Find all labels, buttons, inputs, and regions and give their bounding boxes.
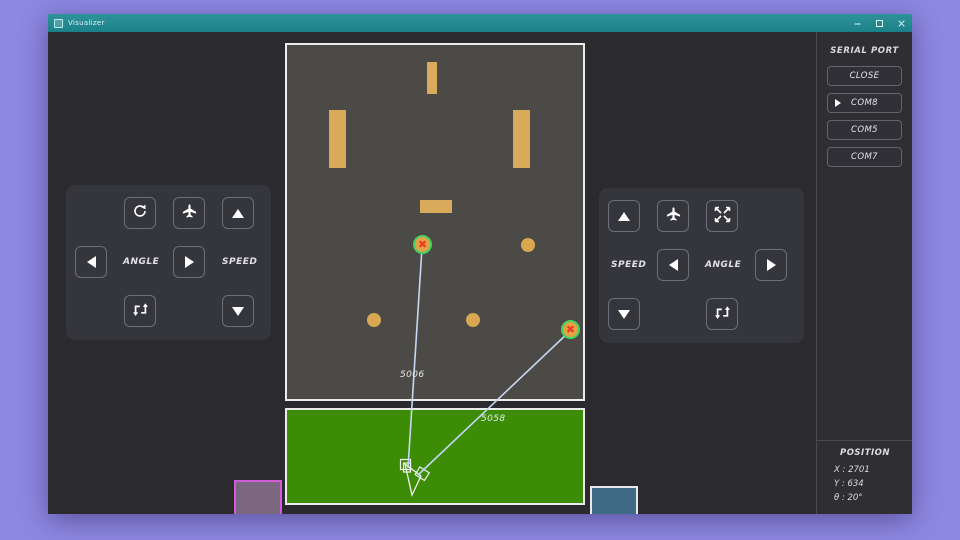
serial-port-button-com8[interactable]: COM8 xyxy=(827,93,902,113)
compress-icon xyxy=(714,206,731,227)
rotate-cw-button[interactable] xyxy=(124,197,156,229)
minimize-icon[interactable] xyxy=(846,14,868,32)
arrow-left-icon xyxy=(668,259,678,271)
app-window-icon xyxy=(54,18,63,28)
close-icon[interactable] xyxy=(890,14,912,32)
sidebar-title: SERIAL PORT xyxy=(830,46,899,56)
window-titlebar[interactable]: Visualizer xyxy=(48,14,912,32)
serial-port-button-label: COM5 xyxy=(851,125,878,135)
maximize-icon[interactable] xyxy=(868,14,890,32)
swap-button-right[interactable] xyxy=(706,298,738,330)
serial-port-button-com7[interactable]: COM7 xyxy=(827,147,902,167)
angle-label: ANGLE xyxy=(123,257,160,267)
arrow-down-icon xyxy=(232,306,244,316)
window-body: ✖ ✖ 5006 5058 ANGLE SPEED SPEED ANGLE SE… xyxy=(48,32,912,514)
angle-left-button-right[interactable] xyxy=(657,249,689,281)
window-title: Visualizer xyxy=(68,19,105,27)
right-zone-box xyxy=(590,486,638,514)
plane-button[interactable] xyxy=(173,197,205,229)
angle-left-button[interactable] xyxy=(75,246,107,278)
speed-down-button-right[interactable] xyxy=(608,298,640,330)
plane-icon xyxy=(665,206,682,227)
speed-down-button[interactable] xyxy=(222,295,254,327)
retweet-icon xyxy=(132,302,149,321)
speed-label: SPEED xyxy=(222,257,258,267)
arrow-left-icon xyxy=(86,256,96,268)
arrow-right-icon xyxy=(766,259,776,271)
serial-port-button-label: COM7 xyxy=(851,152,878,162)
angle-right-button[interactable] xyxy=(173,246,205,278)
position-panel: POSITION X : 2701 Y : 634 θ : 20° xyxy=(817,440,912,514)
serial-port-button-com5[interactable]: COM5 xyxy=(827,120,902,140)
angle-right-button-right[interactable] xyxy=(755,249,787,281)
play-icon xyxy=(835,99,841,107)
position-y: Y : 634 xyxy=(834,479,864,489)
rotate-cw-icon xyxy=(132,203,148,223)
serial-port-button-list: CLOSE COM8 COM5 COM7 xyxy=(817,66,912,167)
arrow-up-icon xyxy=(232,208,244,218)
plane-icon xyxy=(181,203,198,224)
position-theta: θ : 20° xyxy=(834,493,863,503)
window-controls xyxy=(846,14,912,32)
arrow-right-icon xyxy=(184,256,194,268)
beacon-5058[interactable]: ✖ xyxy=(561,320,580,339)
field-upper-area xyxy=(285,43,585,401)
position-x: X : 2701 xyxy=(834,465,870,475)
field-point-1 xyxy=(367,313,381,327)
serial-port-button-label: COM8 xyxy=(851,98,878,108)
beacon-5006[interactable]: ✖ xyxy=(413,235,432,254)
beacon-label-5058: 5058 xyxy=(481,414,506,424)
field-point-0 xyxy=(521,238,535,252)
beacon-cross-icon: ✖ xyxy=(417,238,428,251)
app-window: Visualizer ✖ ✖ 5006 5058 ANGLE SPEED SPE… xyxy=(48,14,912,514)
compress-button[interactable] xyxy=(706,200,738,232)
left-control-pad: ANGLE SPEED xyxy=(66,185,271,340)
beacon-cross-icon: ✖ xyxy=(565,323,576,336)
serial-port-sidebar: SERIAL PORT CLOSE COM8 COM5 COM7 POSITION X… xyxy=(816,32,912,514)
arrow-up-icon xyxy=(618,211,630,221)
robot-marker[interactable] xyxy=(385,438,455,508)
obstacle-2 xyxy=(513,110,530,168)
retweet-icon xyxy=(714,305,731,324)
field-point-2 xyxy=(466,313,480,327)
speed-label-right: SPEED xyxy=(611,260,647,270)
position-title: POSITION xyxy=(839,448,891,458)
obstacle-1 xyxy=(329,110,346,168)
right-control-pad: SPEED ANGLE xyxy=(599,188,804,343)
desktop: Visualizer ✖ ✖ 5006 5058 ANGLE SPEED SPE… xyxy=(0,0,960,540)
left-zone-box xyxy=(234,480,282,514)
angle-label-right: ANGLE xyxy=(705,260,742,270)
speed-up-button-right[interactable] xyxy=(608,200,640,232)
serial-port-button-label: CLOSE xyxy=(849,71,880,81)
obstacle-0 xyxy=(427,62,437,94)
serial-port-button-close[interactable]: CLOSE xyxy=(827,66,902,86)
obstacle-3 xyxy=(420,200,452,213)
arrow-down-icon xyxy=(618,309,630,319)
beacon-label-5006: 5006 xyxy=(400,370,425,380)
plane-button-right[interactable] xyxy=(657,200,689,232)
speed-up-button[interactable] xyxy=(222,197,254,229)
swap-button[interactable] xyxy=(124,295,156,327)
